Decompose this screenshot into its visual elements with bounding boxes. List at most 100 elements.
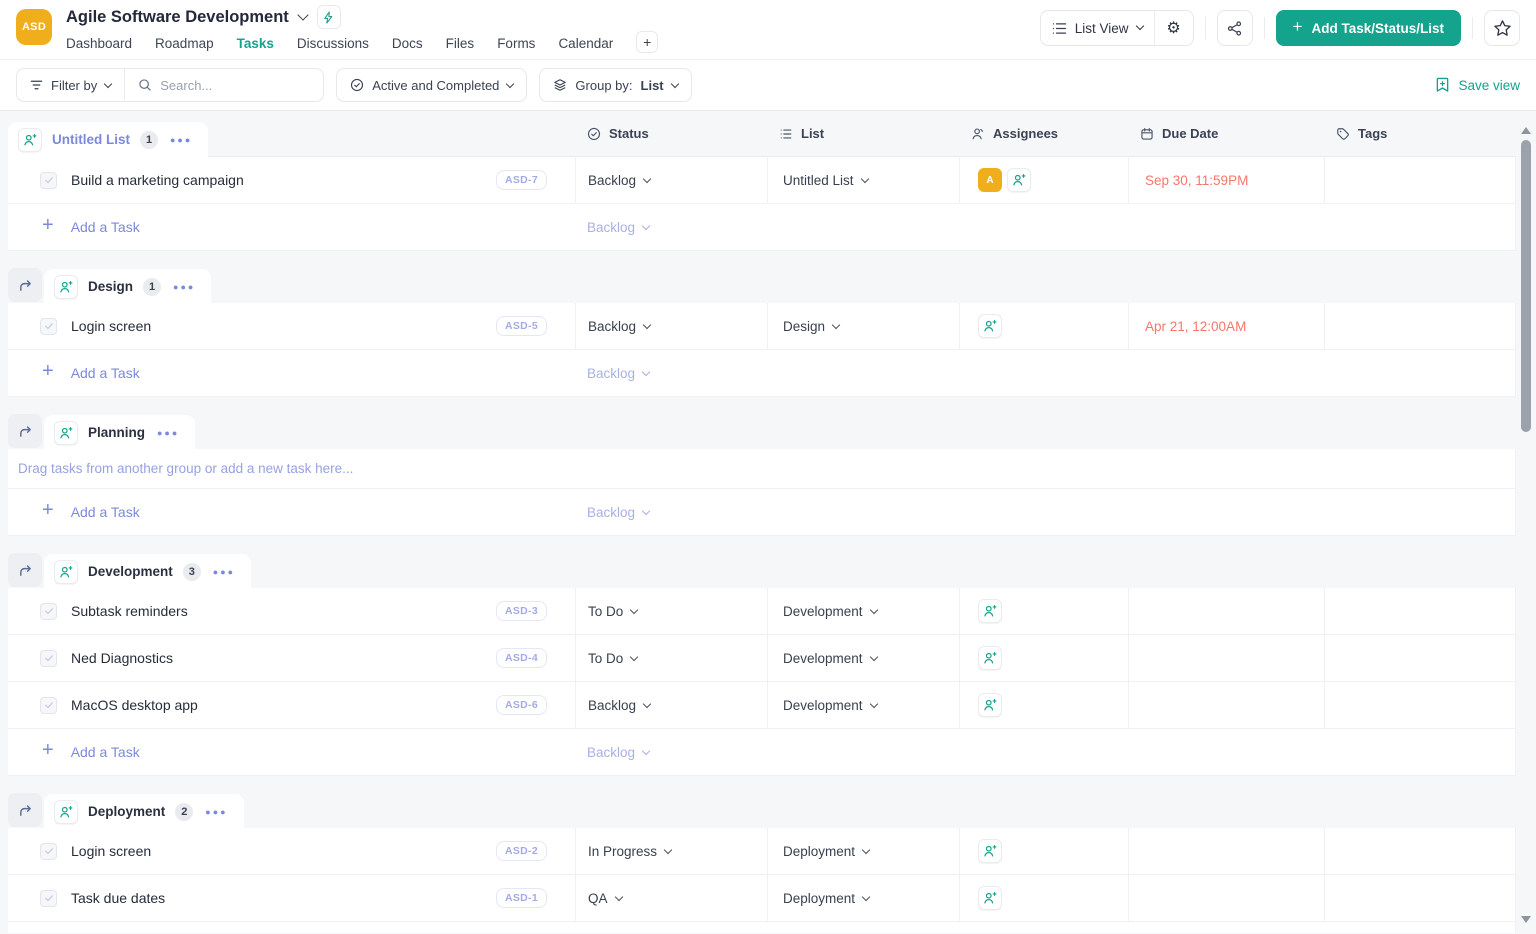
workspace-avatar[interactable]: ASD xyxy=(16,9,52,45)
list-dropdown[interactable]: Development xyxy=(767,588,959,634)
chevron-down-icon[interactable] xyxy=(297,9,309,21)
status-dropdown[interactable]: QA xyxy=(575,875,767,921)
group-menu-button[interactable]: ●●● xyxy=(213,567,235,577)
add-assignee-button[interactable] xyxy=(978,839,1002,863)
add-task-button[interactable]: + Add a Task xyxy=(8,489,575,535)
tags-cell[interactable] xyxy=(1324,588,1515,634)
group-tab[interactable]: Deployment 2 ●●● xyxy=(44,794,244,829)
task-title[interactable]: Task due dates xyxy=(71,890,165,906)
tab-docs[interactable]: Docs xyxy=(392,36,423,51)
add-task-button[interactable]: + Add a Task xyxy=(8,729,575,775)
list-dropdown[interactable]: Untitled List xyxy=(767,157,959,203)
list-dropdown[interactable]: Design xyxy=(767,303,959,349)
task-title[interactable]: Ned Diagnostics xyxy=(71,650,173,666)
view-dropdown[interactable]: List View xyxy=(1041,21,1154,36)
default-status-dropdown[interactable]: Backlog xyxy=(575,922,767,933)
add-task-button[interactable]: + Add a Task xyxy=(8,350,575,396)
task-title[interactable]: Login screen xyxy=(71,843,151,859)
task-checkbox[interactable] xyxy=(40,889,57,907)
assign-group-button[interactable] xyxy=(54,559,78,584)
default-status-dropdown[interactable]: Backlog xyxy=(575,729,767,775)
filter-by-dropdown[interactable]: Filter by xyxy=(17,78,124,93)
add-assignee-button[interactable] xyxy=(978,314,1002,338)
share-button[interactable] xyxy=(1216,10,1253,46)
default-status-dropdown[interactable]: Backlog xyxy=(575,204,767,250)
tab-discussions[interactable]: Discussions xyxy=(297,36,369,51)
tab-roadmap[interactable]: Roadmap xyxy=(155,36,214,51)
due-date-cell[interactable]: Sep 30, 11:59PM xyxy=(1128,157,1324,203)
add-task-status-list-button[interactable]: + Add Task/Status/List xyxy=(1275,10,1461,46)
add-assignee-button[interactable] xyxy=(978,646,1002,670)
list-dropdown[interactable]: Deployment xyxy=(767,828,959,874)
favorite-button[interactable] xyxy=(1484,10,1520,46)
scrollbar-up-arrow[interactable] xyxy=(1521,127,1531,134)
column-header-status[interactable]: Status xyxy=(575,111,767,156)
tab-forms[interactable]: Forms xyxy=(497,36,535,51)
add-tab-button[interactable]: + xyxy=(636,31,659,53)
assign-group-button[interactable] xyxy=(54,420,78,445)
task-checkbox[interactable] xyxy=(40,696,57,714)
tags-cell[interactable] xyxy=(1324,682,1515,728)
column-header-due-date[interactable]: Due Date xyxy=(1128,111,1324,156)
task-checkbox[interactable] xyxy=(40,171,57,189)
group-tab[interactable]: Untitled List 1 ●●● xyxy=(8,122,209,157)
column-header-assignees[interactable]: Assignees xyxy=(959,111,1128,156)
due-date-cell[interactable] xyxy=(1128,682,1324,728)
group-indent-button[interactable] xyxy=(8,553,42,587)
status-dropdown[interactable]: In Progress xyxy=(575,828,767,874)
task-checkbox[interactable] xyxy=(40,842,57,860)
search-input[interactable] xyxy=(160,77,311,93)
group-tab[interactable]: Development 3 ●●● xyxy=(44,554,252,589)
group-by-dropdown[interactable]: Group by: List xyxy=(539,68,692,102)
tags-cell[interactable] xyxy=(1324,303,1515,349)
default-status-dropdown[interactable]: Backlog xyxy=(575,350,767,396)
assign-group-button[interactable] xyxy=(18,127,42,152)
status-dropdown[interactable]: Backlog xyxy=(575,682,767,728)
status-dropdown[interactable]: Backlog xyxy=(575,303,767,349)
task-checkbox[interactable] xyxy=(40,602,57,620)
scrollbar-down-arrow[interactable] xyxy=(1521,916,1531,923)
task-title[interactable]: MacOS desktop app xyxy=(71,697,198,713)
group-indent-button[interactable] xyxy=(8,414,42,448)
task-checkbox[interactable] xyxy=(40,317,57,335)
status-dropdown[interactable]: To Do xyxy=(575,635,767,681)
group-tab[interactable]: Design 1 ●●● xyxy=(44,269,212,304)
list-dropdown[interactable]: Deployment xyxy=(767,875,959,921)
list-dropdown[interactable]: Development xyxy=(767,635,959,681)
due-date-cell[interactable] xyxy=(1128,875,1324,921)
assign-group-button[interactable] xyxy=(54,799,78,824)
add-assignee-button[interactable] xyxy=(1007,168,1031,192)
group-menu-button[interactable]: ●●● xyxy=(205,807,227,817)
task-title[interactable]: Subtask reminders xyxy=(71,603,188,619)
due-date-cell[interactable] xyxy=(1128,828,1324,874)
due-date-cell[interactable] xyxy=(1128,588,1324,634)
save-view-button[interactable]: Save view xyxy=(1435,77,1520,93)
tab-calendar[interactable]: Calendar xyxy=(558,36,613,51)
task-title[interactable]: Build a marketing campaign xyxy=(71,172,244,188)
default-status-dropdown[interactable]: Backlog xyxy=(575,489,767,535)
column-header-tags[interactable]: Tags xyxy=(1324,111,1516,156)
add-task-button[interactable]: + Add a Task xyxy=(8,204,575,250)
tags-cell[interactable] xyxy=(1324,828,1515,874)
status-dropdown[interactable]: To Do xyxy=(575,588,767,634)
status-dropdown[interactable]: Backlog xyxy=(575,157,767,203)
add-assignee-button[interactable] xyxy=(978,886,1002,910)
tags-cell[interactable] xyxy=(1324,875,1515,921)
view-settings-button[interactable]: ⚙ xyxy=(1155,11,1193,46)
group-menu-button[interactable]: ●●● xyxy=(157,428,179,438)
task-checkbox[interactable] xyxy=(40,649,57,667)
group-menu-button[interactable]: ●●● xyxy=(173,282,195,292)
group-menu-button[interactable]: ●●● xyxy=(170,135,192,145)
tags-cell[interactable] xyxy=(1324,157,1515,203)
group-indent-button[interactable] xyxy=(8,793,42,827)
add-assignee-button[interactable] xyxy=(978,693,1002,717)
group-tab[interactable]: Planning ●●● xyxy=(44,415,196,450)
tab-tasks[interactable]: Tasks xyxy=(237,36,274,51)
empty-group-placeholder[interactable]: Drag tasks from another group or add a n… xyxy=(8,449,1516,489)
scrollbar-thumb[interactable] xyxy=(1521,140,1531,432)
due-date-cell[interactable] xyxy=(1128,635,1324,681)
assignee-avatar[interactable]: A xyxy=(978,168,1002,192)
add-task-button[interactable]: + Add a Task xyxy=(8,922,575,933)
task-title[interactable]: Login screen xyxy=(71,318,151,334)
assign-group-button[interactable] xyxy=(54,274,78,299)
